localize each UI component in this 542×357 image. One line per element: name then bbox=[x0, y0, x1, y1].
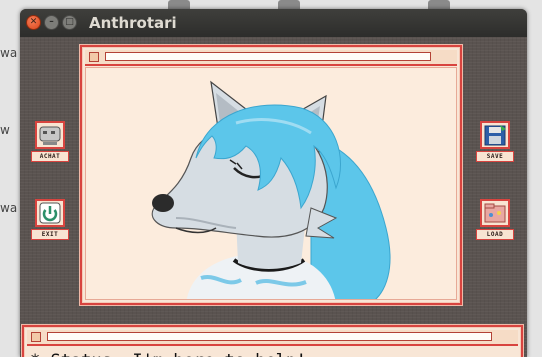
status-panel-bar[interactable] bbox=[27, 330, 518, 346]
window-title: Anthrotari bbox=[89, 14, 177, 32]
title-bar[interactable]: ✕ – □ Anthrotari bbox=[20, 9, 527, 37]
floppy-disk-icon bbox=[480, 121, 510, 149]
app-window: ✕ – □ Anthrotari ACHAT EXIT SAVE LOAD bbox=[20, 9, 527, 357]
avatar-panel bbox=[80, 45, 462, 305]
chat-bubble-icon bbox=[35, 121, 65, 149]
minimize-icon: – bbox=[49, 17, 54, 27]
folder-icon bbox=[480, 199, 510, 227]
panel-menu-icon[interactable] bbox=[31, 332, 41, 342]
maximize-icon: □ bbox=[65, 17, 74, 27]
save-button[interactable]: SAVE bbox=[475, 121, 515, 162]
exit-button[interactable]: EXIT bbox=[30, 199, 70, 240]
status-text: * Status: I'm here to help! bbox=[28, 348, 517, 357]
panel-menu-icon[interactable] bbox=[89, 52, 99, 62]
chat-label: ACHAT bbox=[31, 151, 69, 162]
save-label: SAVE bbox=[476, 151, 514, 162]
chat-button[interactable]: ACHAT bbox=[30, 121, 70, 162]
desktop-label: w bbox=[0, 123, 10, 137]
desktop-label: wa bbox=[0, 201, 18, 215]
app-content: ACHAT EXIT SAVE LOAD bbox=[20, 37, 527, 357]
minimize-button[interactable]: – bbox=[44, 15, 59, 30]
panel-title-slot bbox=[105, 52, 431, 61]
exit-label: EXIT bbox=[31, 229, 69, 240]
close-button[interactable]: ✕ bbox=[26, 15, 41, 30]
load-label: LOAD bbox=[476, 229, 514, 240]
power-icon bbox=[35, 199, 65, 227]
panel-title-slot bbox=[47, 332, 492, 341]
maximize-button[interactable]: □ bbox=[62, 15, 77, 30]
load-button[interactable]: LOAD bbox=[475, 199, 515, 240]
wolf-avatar-icon bbox=[151, 80, 391, 299]
status-panel: * Status: I'm here to help! bbox=[22, 325, 523, 357]
avatar-display bbox=[85, 67, 457, 300]
avatar-panel-bar[interactable] bbox=[85, 50, 457, 66]
close-icon: ✕ bbox=[29, 17, 38, 27]
desktop-label: wa bbox=[0, 46, 18, 60]
